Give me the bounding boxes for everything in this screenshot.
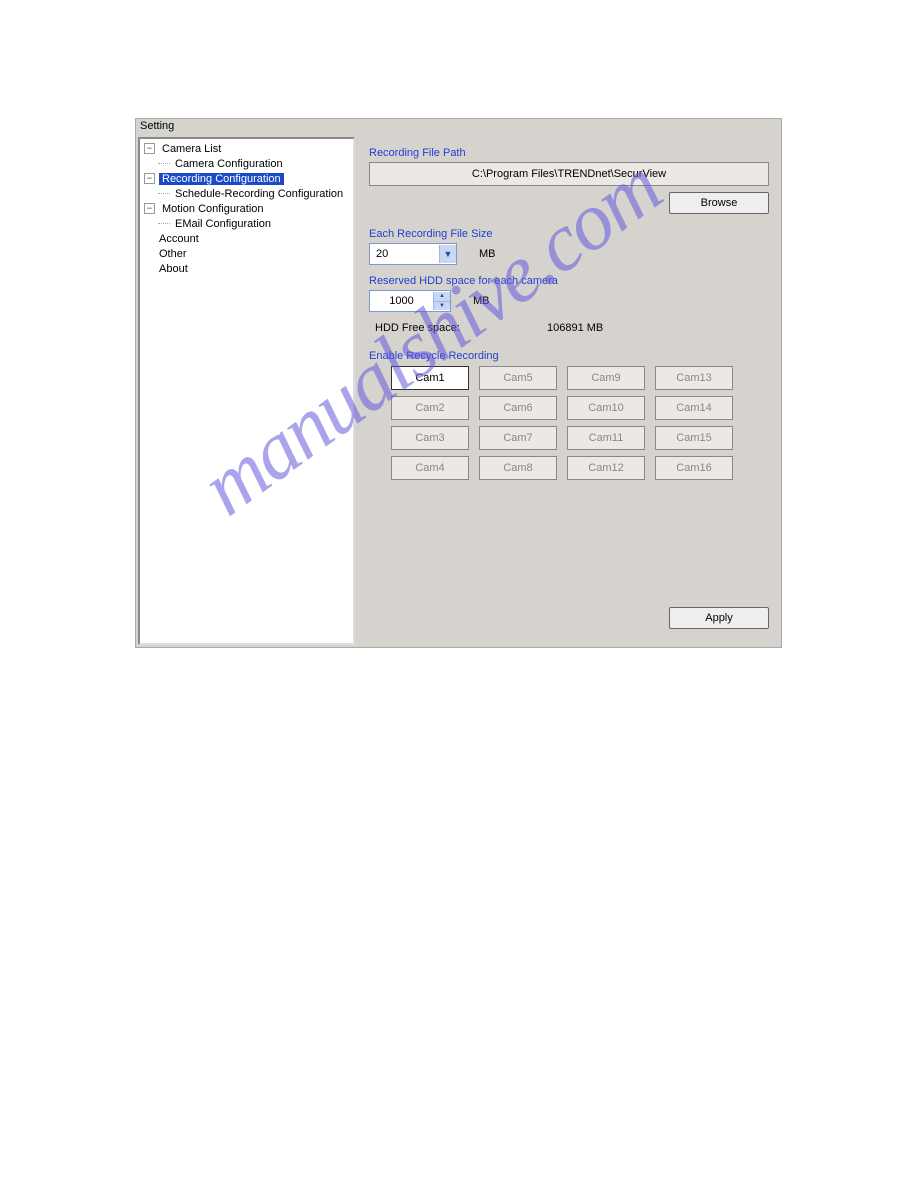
tree-label: Camera Configuration [172, 158, 286, 170]
filesize-value: 20 [376, 248, 388, 260]
free-space-value: 106891 MB [547, 322, 603, 334]
filesize-combo[interactable]: 20 ▼ [369, 243, 457, 265]
tree-item-recording-config[interactable]: − Recording Configuration [140, 171, 353, 186]
spinner-up-icon[interactable]: ▲ [434, 292, 450, 302]
cam-button-12[interactable]: Cam12 [567, 456, 645, 480]
cam-button-13[interactable]: Cam13 [655, 366, 733, 390]
cam-button-5[interactable]: Cam5 [479, 366, 557, 390]
settings-window: Setting − Camera List Camera Configurati… [135, 118, 782, 648]
cam-button-10[interactable]: Cam10 [567, 396, 645, 420]
cam-button-4[interactable]: Cam4 [391, 456, 469, 480]
tree-label: Other [156, 248, 190, 260]
camera-grid: Cam1 Cam5 Cam9 Cam13 Cam2 Cam6 Cam10 Cam… [391, 366, 769, 480]
tree-item-camera-config[interactable]: Camera Configuration [140, 156, 353, 171]
tree-label-selected: Recording Configuration [159, 173, 284, 185]
tree-item-schedule-recording[interactable]: Schedule-Recording Configuration [140, 186, 353, 201]
recording-path-label: Recording File Path [369, 147, 769, 159]
tree-label: EMail Configuration [172, 218, 274, 230]
filesize-unit: MB [479, 248, 496, 260]
tree-item-about[interactable]: About [140, 261, 353, 276]
collapse-icon[interactable]: − [144, 203, 155, 214]
cam-button-8[interactable]: Cam8 [479, 456, 557, 480]
cam-button-2[interactable]: Cam2 [391, 396, 469, 420]
recording-config-panel: Recording File Path C:\Program Files\TRE… [357, 135, 781, 647]
cam-button-14[interactable]: Cam14 [655, 396, 733, 420]
collapse-icon[interactable]: − [144, 143, 155, 154]
settings-tree[interactable]: − Camera List Camera Configuration − Rec… [138, 137, 355, 645]
filesize-label: Each Recording File Size [369, 228, 769, 240]
collapse-icon[interactable]: − [144, 173, 155, 184]
tree-label: Camera List [159, 143, 224, 155]
apply-button[interactable]: Apply [669, 607, 769, 629]
content-area: − Camera List Camera Configuration − Rec… [136, 135, 781, 647]
cam-button-16[interactable]: Cam16 [655, 456, 733, 480]
tree-item-other[interactable]: Other [140, 246, 353, 261]
cam-button-6[interactable]: Cam6 [479, 396, 557, 420]
tree-connector-icon [158, 163, 170, 165]
cam-button-1[interactable]: Cam1 [391, 366, 469, 390]
reserved-label: Reserved HDD space for each camera [369, 275, 769, 287]
tree-item-motion-config[interactable]: − Motion Configuration [140, 201, 353, 216]
tree-connector-icon [158, 223, 170, 225]
cam-button-15[interactable]: Cam15 [655, 426, 733, 450]
chevron-down-icon: ▼ [439, 245, 456, 263]
reserved-spinner[interactable]: 1000 ▲ ▼ [369, 290, 451, 312]
browse-button[interactable]: Browse [669, 192, 769, 214]
tree-label: Account [156, 233, 202, 245]
cam-button-7[interactable]: Cam7 [479, 426, 557, 450]
reserved-unit: MB [473, 295, 490, 307]
recording-path-display: C:\Program Files\TRENDnet\SecurView [369, 162, 769, 186]
spinner-buttons[interactable]: ▲ ▼ [433, 292, 450, 310]
window-title: Setting [136, 119, 781, 135]
cam-button-11[interactable]: Cam11 [567, 426, 645, 450]
tree-connector-icon [158, 193, 170, 195]
tree-label: About [156, 263, 191, 275]
tree-item-camera-list[interactable]: − Camera List [140, 141, 353, 156]
reserved-value: 1000 [370, 295, 433, 307]
tree-item-account[interactable]: Account [140, 231, 353, 246]
tree-item-email-config[interactable]: EMail Configuration [140, 216, 353, 231]
tree-label: Schedule-Recording Configuration [172, 188, 346, 200]
cam-button-9[interactable]: Cam9 [567, 366, 645, 390]
spinner-down-icon[interactable]: ▼ [434, 302, 450, 311]
recycle-label: Enable Recycle Recording [369, 350, 769, 362]
cam-button-3[interactable]: Cam3 [391, 426, 469, 450]
free-space-label: HDD Free space: [375, 322, 547, 334]
tree-label: Motion Configuration [159, 203, 267, 215]
